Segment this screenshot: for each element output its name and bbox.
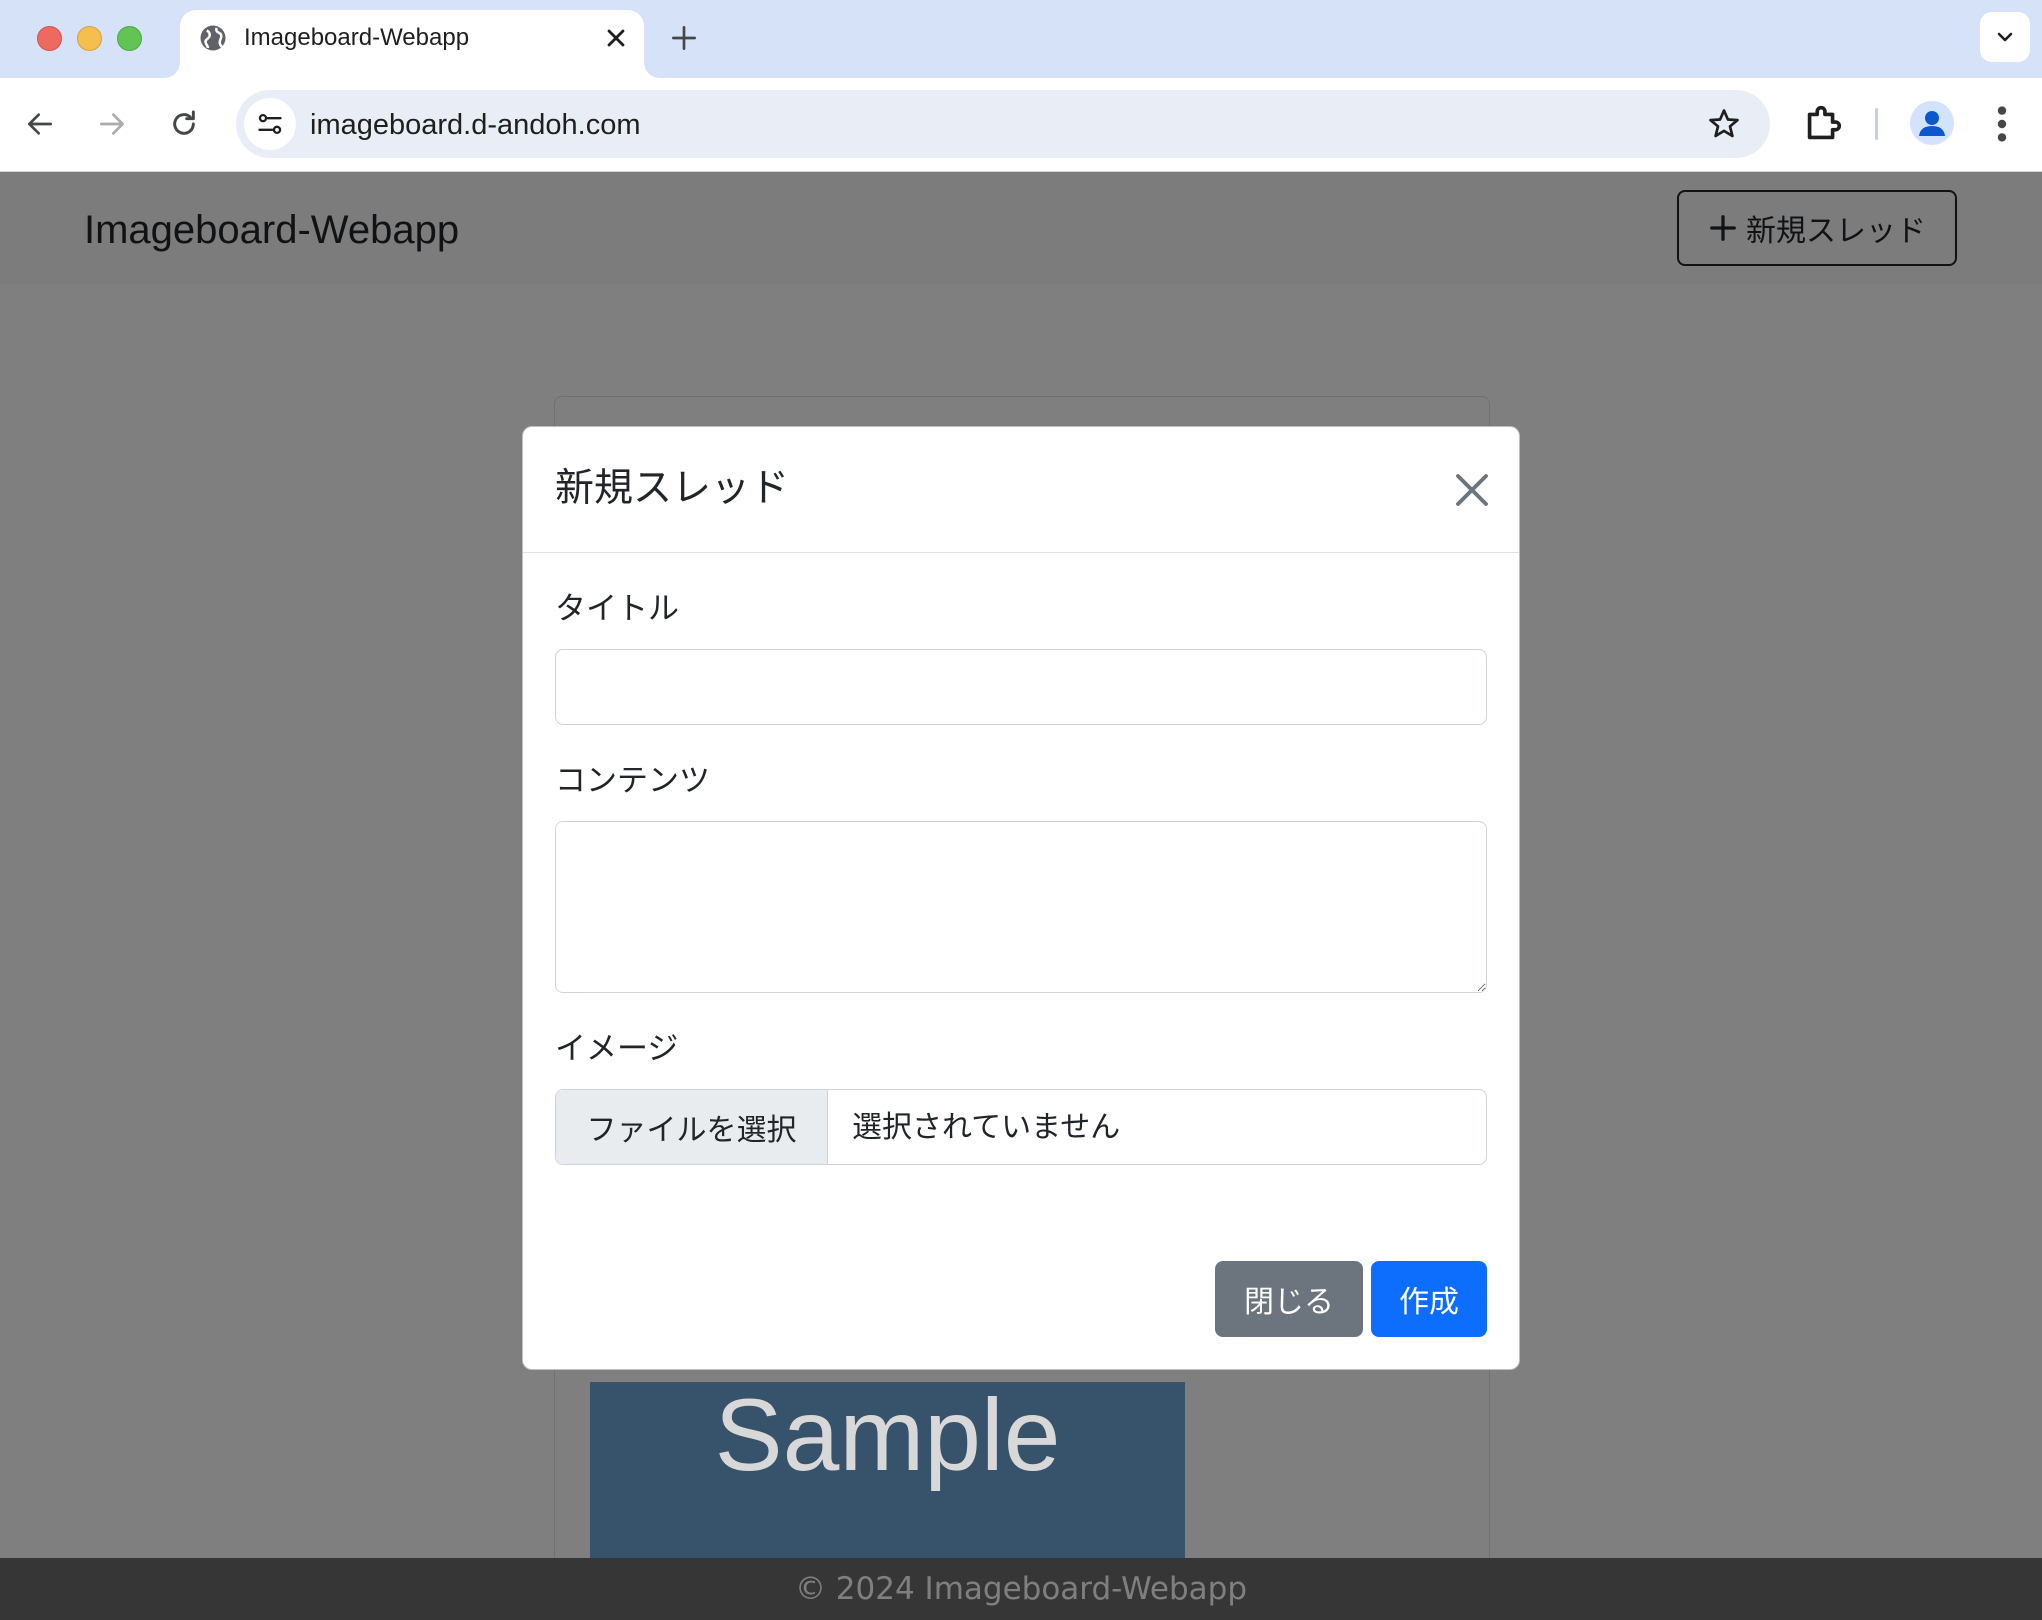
create-button[interactable]: 作成 [1371, 1261, 1487, 1337]
browser-tab-active[interactable]: Imageboard-Webapp [180, 10, 644, 78]
title-field-label: タイトル [555, 591, 679, 627]
forward-button[interactable] [89, 101, 135, 147]
modal-header: 新規スレッド [523, 427, 1519, 553]
tab-title: Imageboard-Webapp [244, 24, 470, 51]
close-window-button[interactable] [37, 26, 62, 51]
maximize-window-button[interactable] [117, 26, 142, 51]
url-text[interactable]: imageboard.d-andoh.com [310, 109, 640, 141]
arrow-right-icon [100, 113, 124, 135]
close-icon[interactable] [1451, 469, 1493, 511]
browser-toolbar: imageboard.d-andoh.com [0, 78, 2042, 172]
site-info-button[interactable] [244, 98, 296, 150]
close-tab-icon[interactable] [602, 24, 630, 52]
tab-search-button[interactable] [1980, 12, 2030, 62]
new-thread-modal: 新規スレッド タイトル コンテンツ イメージ ファイルを選択 選択されていません… [522, 426, 1520, 1370]
minimize-window-button[interactable] [77, 26, 102, 51]
content-textarea[interactable] [555, 821, 1487, 993]
image-file-input[interactable]: ファイルを選択 選択されていません [555, 1089, 1487, 1165]
extensions-puzzle-icon[interactable] [1800, 101, 1846, 147]
address-bar[interactable]: imageboard.d-andoh.com [236, 90, 1770, 158]
globe-icon [200, 25, 226, 51]
modal-title: 新規スレッド [555, 466, 790, 511]
profile-avatar[interactable] [1910, 101, 1954, 145]
tab-strip: Imageboard-Webapp [0, 0, 2042, 78]
title-input[interactable] [555, 649, 1487, 725]
reload-icon [173, 110, 195, 135]
choose-file-button[interactable]: ファイルを選択 [556, 1090, 828, 1164]
close-button[interactable]: 閉じる [1215, 1261, 1363, 1337]
content-field-label: コンテンツ [555, 763, 710, 799]
thread-image-label: Sample [714, 1378, 1061, 1492]
reload-button[interactable] [161, 101, 207, 147]
toolbar-separator [1875, 108, 1878, 140]
back-button[interactable] [17, 101, 63, 147]
more-vertical-icon[interactable] [1982, 101, 2022, 147]
bookmark-star-icon[interactable] [1706, 106, 1742, 142]
person-icon [1919, 111, 1945, 136]
chevron-down-icon [1997, 32, 2013, 42]
arrow-left-icon [28, 113, 52, 135]
new-tab-icon[interactable] [668, 22, 700, 54]
browser-window: Imageboard-Webapp imageboard.d-andoh.com… [0, 0, 2042, 1620]
tune-icon [258, 113, 282, 135]
image-field-label: イメージ [555, 1031, 679, 1067]
file-status-text: 選択されていません [852, 1110, 1121, 1145]
